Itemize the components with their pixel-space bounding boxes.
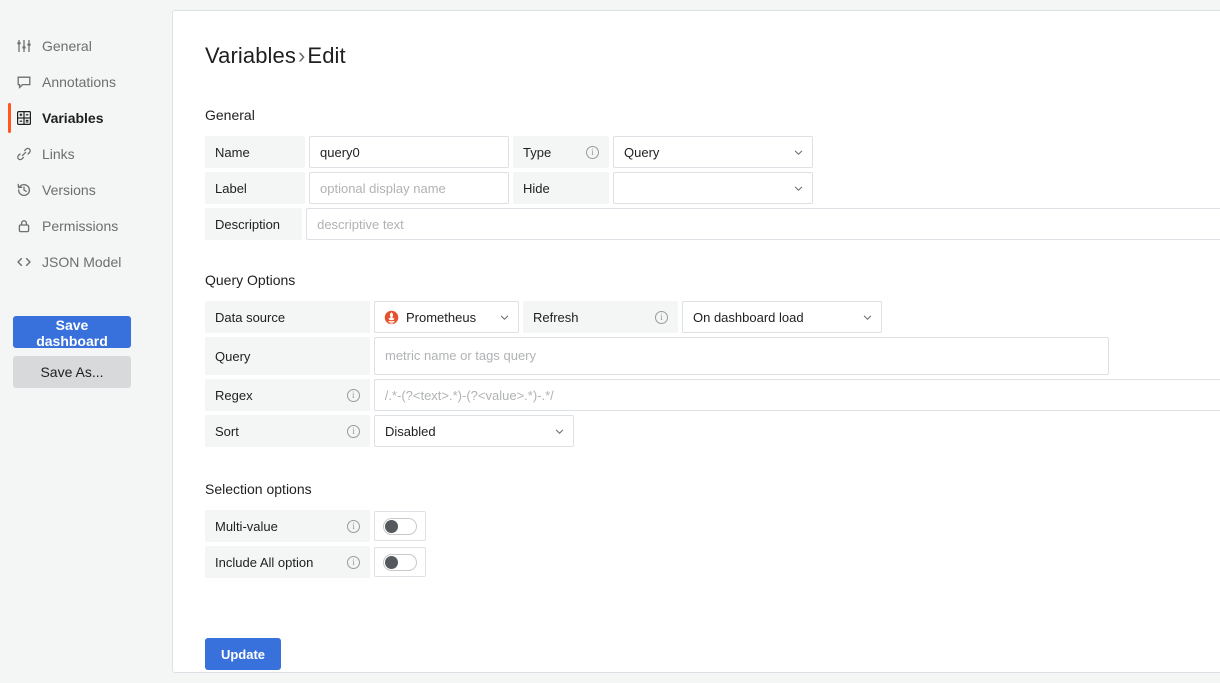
row-label-hide: Label Hide: [205, 172, 1220, 204]
info-icon[interactable]: i: [586, 145, 599, 159]
chevron-down-icon: [500, 313, 509, 322]
page-title-current: Edit: [307, 43, 346, 68]
row-query: Query: [205, 337, 1220, 375]
query-textarea[interactable]: [374, 337, 1109, 375]
hide-select[interactable]: [613, 172, 813, 204]
toggle-knob: [385, 555, 398, 569]
refresh-select[interactable]: On dashboard load: [682, 301, 882, 333]
include-all-toggle[interactable]: [374, 547, 426, 577]
sort-select-value: Disabled: [385, 423, 436, 439]
lock-icon: [16, 218, 32, 234]
sort-label: Sort i: [205, 415, 370, 447]
info-icon[interactable]: i: [346, 388, 360, 402]
refresh-label: Refresh i: [523, 301, 678, 333]
name-input[interactable]: [309, 136, 509, 168]
type-select[interactable]: Query: [613, 136, 813, 168]
page-title-separator: ›: [297, 43, 306, 68]
datasource-label: Data source: [205, 301, 370, 333]
sort-select[interactable]: Disabled: [374, 415, 574, 447]
row-datasource-refresh: Data source Prometheus Refresh i On dash…: [205, 301, 1220, 333]
type-select-value: Query: [624, 144, 660, 160]
datasource-select-value: Prometheus: [406, 309, 477, 325]
sidebar-item-label: General: [42, 38, 92, 54]
row-include-all: Include All option i: [205, 546, 1220, 578]
sidebar-item-variables[interactable]: Variables: [0, 100, 172, 136]
section-title-general: General: [205, 107, 255, 123]
row-name-type: Name Type i Query: [205, 136, 1220, 168]
chevron-down-icon: [794, 184, 803, 193]
page-title: Variables›Edit: [205, 43, 1220, 69]
toggle-knob: [385, 519, 398, 533]
row-regex: Regex i: [205, 379, 1220, 411]
sidebar-item-label: Variables: [42, 110, 104, 126]
grid-icon: [16, 110, 32, 126]
sidebar-item-label: Versions: [42, 182, 96, 198]
chevron-down-icon: [794, 148, 803, 157]
label-label: Label: [205, 172, 305, 204]
toggle-track: [383, 517, 417, 535]
sidebar-item-label: Links: [42, 146, 75, 162]
toggle-track: [383, 553, 417, 571]
multi-value-label: Multi-value i: [205, 510, 370, 542]
info-icon[interactable]: i: [347, 424, 360, 438]
sidebar-item-label: Permissions: [42, 218, 119, 234]
sliders-icon: [16, 38, 32, 54]
chevron-down-icon: [555, 427, 564, 436]
hide-label: Hide: [513, 172, 609, 204]
code-icon: [16, 254, 32, 270]
regex-input[interactable]: [373, 379, 1220, 411]
prometheus-icon: [383, 309, 399, 325]
settings-sidebar: General Annotations Variables Links Vers…: [0, 0, 172, 683]
multi-value-toggle[interactable]: [374, 511, 426, 541]
sidebar-item-general[interactable]: General: [0, 28, 172, 64]
regex-label: Regex i: [205, 379, 370, 411]
name-label: Name: [205, 136, 305, 168]
description-label: Description: [205, 208, 303, 240]
history-icon: [16, 182, 32, 198]
row-sort: Sort i Disabled: [205, 415, 1220, 447]
sidebar-item-annotations[interactable]: Annotations: [0, 64, 172, 100]
chevron-down-icon: [863, 313, 872, 322]
info-icon[interactable]: i: [655, 310, 668, 324]
datasource-select[interactable]: Prometheus: [374, 301, 519, 333]
save-dashboard-button[interactable]: Save dashboard: [13, 316, 131, 349]
label-input[interactable]: [309, 172, 509, 204]
sidebar-item-label: JSON Model: [42, 254, 122, 270]
page-title-parent: Variables: [205, 43, 296, 68]
row-multi-value: Multi-value i: [205, 510, 1220, 542]
section-title-selection-options: Selection options: [205, 481, 312, 497]
description-input[interactable]: [306, 208, 1220, 240]
sidebar-item-json-model[interactable]: JSON Model: [0, 244, 172, 280]
row-description: Description: [205, 208, 1220, 240]
info-icon[interactable]: i: [347, 555, 360, 569]
section-title-query-options: Query Options: [205, 272, 296, 288]
sidebar-item-permissions[interactable]: Permissions: [0, 208, 172, 244]
info-icon[interactable]: i: [347, 519, 360, 533]
settings-panel: Variables›Edit General Name Type i Query: [172, 10, 1220, 673]
include-all-label: Include All option i: [205, 546, 370, 578]
save-as-button[interactable]: Save As...: [13, 356, 131, 388]
query-label: Query: [205, 337, 370, 375]
sidebar-item-links[interactable]: Links: [0, 136, 172, 172]
dashboard-settings-page: General Annotations Variables Links Vers…: [0, 0, 1220, 683]
sidebar-actions: Save dashboard Save As...: [0, 316, 172, 388]
update-button[interactable]: Update: [205, 638, 281, 670]
link-icon: [16, 146, 32, 162]
sidebar-item-versions[interactable]: Versions: [0, 172, 172, 208]
comment-icon: [16, 74, 32, 90]
type-label: Type i: [513, 136, 609, 168]
sidebar-item-label: Annotations: [42, 74, 116, 90]
refresh-select-value: On dashboard load: [693, 309, 804, 325]
